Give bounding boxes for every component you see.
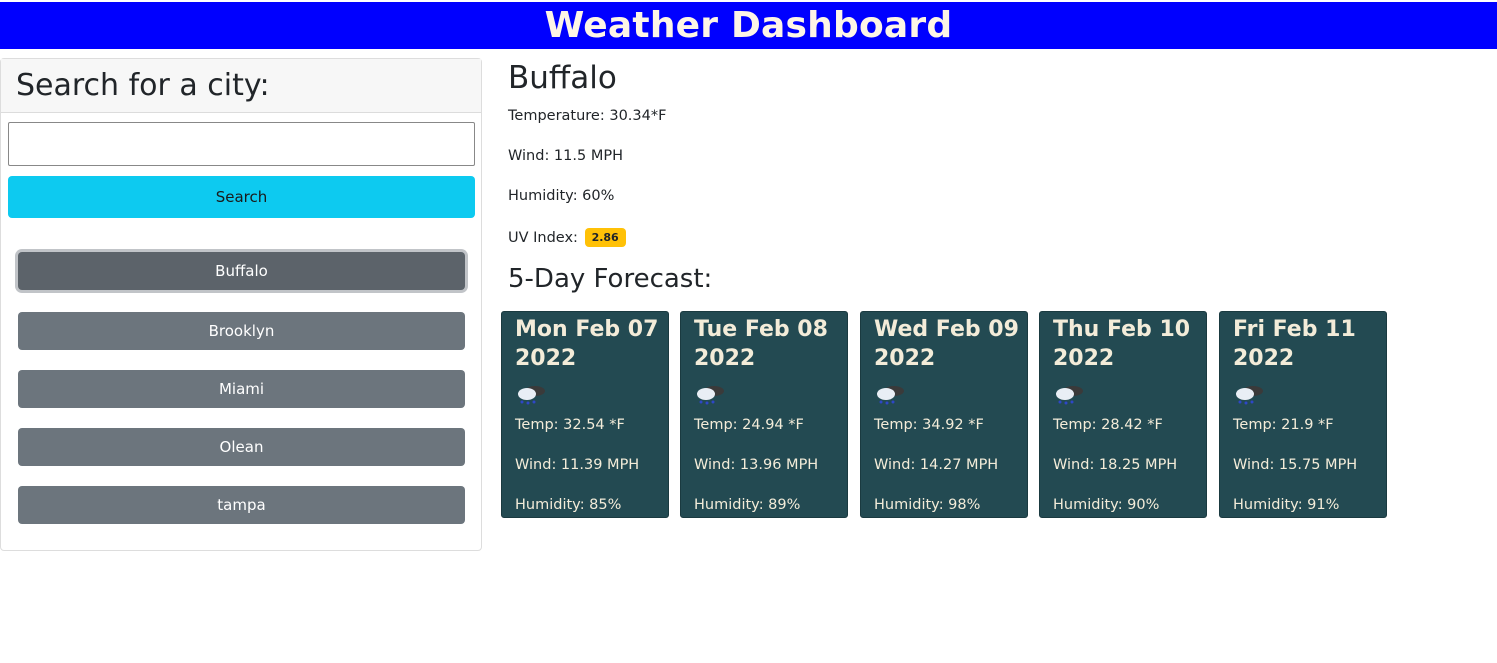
forecast-wind: Wind: 14.27 MPH <box>874 457 999 473</box>
forecast-date: Mon Feb 07 2022 <box>515 317 659 371</box>
forecast-date: Fri Feb 11 2022 <box>1233 317 1356 371</box>
forecast-card: Tue Feb 08 2022 Temp: 24.94 *F Wind: 13.… <box>680 311 848 518</box>
search-panel-header: Search for a city: <box>1 59 481 113</box>
current-wind: Wind: 11.5 MPH <box>508 148 623 164</box>
history-button-olean[interactable]: Olean <box>18 428 465 466</box>
history-button-buffalo[interactable]: Buffalo <box>18 252 465 290</box>
forecast-date: Wed Feb 09 2022 <box>874 317 1019 371</box>
history-button-tampa[interactable]: tampa <box>18 486 465 524</box>
forecast-wind: Wind: 15.75 MPH <box>1233 457 1358 473</box>
uv-label: UV Index: <box>508 230 578 246</box>
forecast-humidity: Humidity: 89% <box>694 497 801 513</box>
forecast-temp: Temp: 32.54 *F <box>515 417 625 433</box>
forecast-temp: Temp: 28.42 *F <box>1053 417 1163 433</box>
forecast-humidity: Humidity: 98% <box>874 497 981 513</box>
forecast-card: Mon Feb 07 2022 Temp: 32.54 *F Wind: 11.… <box>501 311 669 518</box>
history-button-miami[interactable]: Miami <box>18 370 465 408</box>
snow-cloud-icon <box>1056 386 1083 405</box>
current-uv-index: UV Index: 2.86 <box>508 228 626 247</box>
forecast-humidity: Humidity: 85% <box>515 497 622 513</box>
forecast-temp: Temp: 34.92 *F <box>874 417 984 433</box>
search-heading: Search for a city: <box>16 68 270 103</box>
uv-badge: 2.86 <box>584 228 626 247</box>
snow-cloud-icon <box>877 386 904 405</box>
forecast-date: Tue Feb 08 2022 <box>694 317 828 371</box>
forecast-humidity: Humidity: 91% <box>1233 497 1340 513</box>
search-panel: Search for a city: Search Buffalo Brookl… <box>0 58 482 551</box>
forecast-temp: Temp: 21.9 *F <box>1233 417 1334 433</box>
forecast-temp: Temp: 24.94 *F <box>694 417 804 433</box>
forecast-card: Thu Feb 10 2022 Temp: 28.42 *F Wind: 18.… <box>1039 311 1207 518</box>
page-header: Weather Dashboard <box>0 2 1497 49</box>
history-button-brooklyn[interactable]: Brooklyn <box>18 312 465 350</box>
current-humidity: Humidity: 60% <box>508 188 615 204</box>
current-city-name: Buffalo <box>508 60 617 96</box>
forecast-humidity: Humidity: 90% <box>1053 497 1160 513</box>
snow-cloud-icon <box>697 386 724 405</box>
forecast-wind: Wind: 11.39 MPH <box>515 457 640 473</box>
snow-cloud-icon <box>1236 386 1263 405</box>
forecast-card: Wed Feb 09 2022 Temp: 34.92 *F Wind: 14.… <box>860 311 1028 518</box>
search-button[interactable]: Search <box>8 176 475 218</box>
forecast-wind: Wind: 13.96 MPH <box>694 457 819 473</box>
current-temperature: Temperature: 30.34*F <box>508 108 667 124</box>
snow-cloud-icon <box>518 386 545 405</box>
forecast-title: 5-Day Forecast: <box>508 264 713 294</box>
forecast-card: Fri Feb 11 2022 Temp: 21.9 *F Wind: 15.7… <box>1219 311 1387 518</box>
page-title: Weather Dashboard <box>544 5 953 46</box>
forecast-date: Thu Feb 10 2022 <box>1053 317 1191 371</box>
forecast-wind: Wind: 18.25 MPH <box>1053 457 1178 473</box>
city-search-input[interactable] <box>8 122 475 166</box>
